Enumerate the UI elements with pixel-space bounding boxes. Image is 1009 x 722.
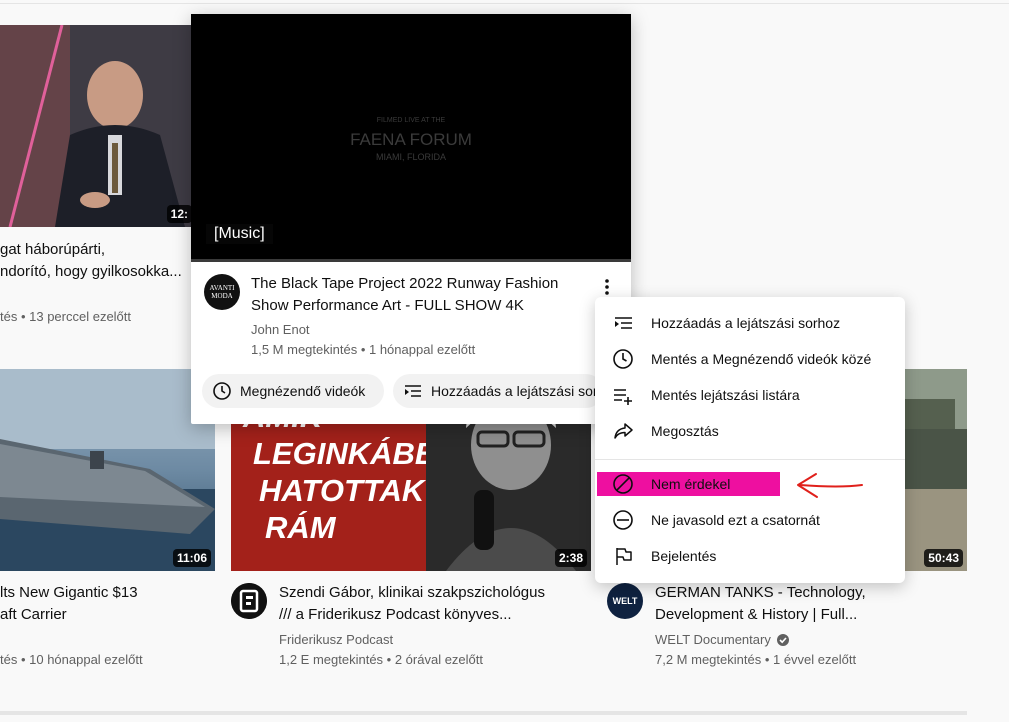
video-title-line: gat háborúpárti, xyxy=(0,241,106,258)
video-duration: 2:38 xyxy=(554,549,587,567)
verified-icon xyxy=(776,634,789,646)
video-thumbnail-bottom-right[interactable]: 50:43 xyxy=(905,369,967,571)
friderikusz-logo-icon xyxy=(231,583,267,619)
thumbnail-text-line: LEGINKÁBB xyxy=(253,436,438,471)
video-title-line: aft Carrier xyxy=(0,606,67,623)
clock-icon xyxy=(611,347,635,371)
video-title[interactable]: gat háborúpárti, ndorító, hogy gyilkosok… xyxy=(0,239,190,283)
channel-avatar[interactable] xyxy=(231,583,267,619)
annotation-arrow-icon xyxy=(797,473,863,498)
channel-name-label: WELT Documentary xyxy=(655,632,771,647)
video-title-line: ndorító, hogy gyilkosokka... xyxy=(0,263,182,280)
menu-item-report[interactable]: Bejelentés xyxy=(595,538,905,574)
video-duration: 50:43 xyxy=(924,549,963,567)
thumbnail-text-line: HATOTTAK xyxy=(259,473,425,508)
video-title-line: Szendi Gábor, klinikai szakpszichológus xyxy=(279,584,545,601)
thumbnail-image xyxy=(0,25,192,227)
section-divider xyxy=(0,711,967,715)
menu-item-label: Nem érdekel xyxy=(651,476,731,492)
kebab-menu-icon xyxy=(605,279,609,295)
channel-name[interactable]: Friderikusz Podcast xyxy=(279,630,393,650)
video-meta: tés • 10 hónappal ezelőtt xyxy=(0,652,143,667)
block-channel-icon xyxy=(611,508,635,532)
video-meta: 7,2 M megtekintés • 1 évvel ezelőtt xyxy=(655,652,857,667)
menu-item-label: Megosztás xyxy=(651,423,719,439)
chip-label: Megnézendő videók xyxy=(240,383,366,399)
thumbnail-text: AMIK LEGINKÁBB HATOTTAK RÁM xyxy=(243,399,438,546)
menu-item-label: Bejelentés xyxy=(651,548,717,564)
add-to-queue-chip[interactable]: Hozzáadás a lejátszási sorhoz xyxy=(393,374,603,408)
menu-item-watch-later[interactable]: Mentés a Megnézendő videók közé xyxy=(595,341,905,377)
video-preview-card[interactable]: FILMED LIVE AT THE FAENA FORUM MIAMI, FL… xyxy=(191,14,631,424)
player-overlay-sub: MIAMI, FLORIDA xyxy=(375,152,446,162)
channel-name[interactable]: John Enot xyxy=(251,320,310,340)
player-overlay-title: FAENA FORUM xyxy=(350,130,472,149)
video-thumbnail-top-left[interactable]: 12: xyxy=(0,25,192,227)
avanti-moda-logo-icon: AVANTI MODA xyxy=(204,274,240,300)
video-context-menu: Hozzáadás a lejátszási sorhoz Mentés a M… xyxy=(595,297,905,583)
menu-item-add-to-queue[interactable]: Hozzáadás a lejátszási sorhoz xyxy=(595,305,905,341)
preview-video-title[interactable]: The Black Tape Project 2022 Runway Fashi… xyxy=(251,273,591,317)
queue-icon xyxy=(611,311,635,335)
watch-later-chip[interactable]: Megnézendő videók xyxy=(202,374,384,408)
player-overlay-small: FILMED LIVE AT THE xyxy=(376,117,446,124)
video-duration: 12: xyxy=(166,205,192,223)
menu-item-label: Hozzáadás a lejátszási sorhoz xyxy=(651,315,841,331)
clock-icon xyxy=(212,381,232,401)
channel-avatar[interactable]: AVANTI MODA xyxy=(204,274,240,310)
player-caption: [Music] xyxy=(206,224,273,244)
video-title[interactable]: GERMAN TANKS - Technology, Development &… xyxy=(655,582,955,626)
welt-logo-icon: WELT xyxy=(612,596,638,606)
queue-icon xyxy=(403,381,423,401)
avatar-text: MODA xyxy=(211,292,233,300)
thumbnail-image xyxy=(905,369,967,571)
video-thumbnail-bottom-left[interactable]: 11:06 xyxy=(0,369,215,571)
menu-item-share[interactable]: Megosztás xyxy=(595,413,905,449)
thumbnail-image xyxy=(0,369,215,571)
video-meta: 1,5 M megtekintés • 1 hónappal ezelőtt xyxy=(251,342,476,357)
menu-item-dont-recommend-channel[interactable]: Ne javasold ezt a csatornát xyxy=(595,502,905,538)
video-title[interactable]: Szendi Gábor, klinikai szakpszichológus … xyxy=(279,582,579,626)
menu-item-label: Ne javasold ezt a csatornát xyxy=(651,512,820,528)
player-progress-bar[interactable] xyxy=(191,259,631,262)
inline-video-player[interactable]: FILMED LIVE AT THE FAENA FORUM MIAMI, FL… xyxy=(191,14,631,261)
menu-divider xyxy=(595,459,905,460)
video-meta: tés • 13 perccel ezelőtt xyxy=(0,309,132,324)
playlist-add-icon xyxy=(611,383,635,407)
video-meta: 1,2 E megtekintés • 2 órával ezelőtt xyxy=(279,652,483,667)
flag-icon xyxy=(611,544,635,568)
not-interested-icon xyxy=(611,472,635,496)
video-duration: 11:06 xyxy=(172,549,211,567)
video-title-line: GERMAN TANKS - Technology, xyxy=(655,584,866,601)
share-icon xyxy=(611,419,635,443)
menu-item-save-to-playlist[interactable]: Mentés lejátszási listára xyxy=(595,377,905,413)
channel-name[interactable]: WELT Documentary xyxy=(655,630,790,650)
video-title-line: Development & History | Full... xyxy=(655,606,858,623)
menu-item-label: Mentés lejátszási listára xyxy=(651,387,800,403)
avatar-text: AVANTI xyxy=(209,284,235,292)
video-title-line: Show Performance Art - FULL SHOW 4K xyxy=(251,297,524,314)
video-title-line: /// a Friderikusz Podcast könyves... xyxy=(279,606,512,623)
channel-avatar[interactable]: WELT xyxy=(607,583,643,619)
thumbnail-text-line: RÁM xyxy=(265,510,336,545)
page-edge-divider xyxy=(0,3,1009,4)
chip-label: Hozzáadás a lejátszási sorhoz xyxy=(431,383,603,399)
video-title-line: The Black Tape Project 2022 Runway Fashi… xyxy=(251,275,559,292)
video-title[interactable]: lts New Gigantic $13 aft Carrier xyxy=(0,582,215,626)
menu-item-label: Mentés a Megnézendő videók közé xyxy=(651,351,872,367)
video-title-line: lts New Gigantic $13 xyxy=(0,584,138,601)
